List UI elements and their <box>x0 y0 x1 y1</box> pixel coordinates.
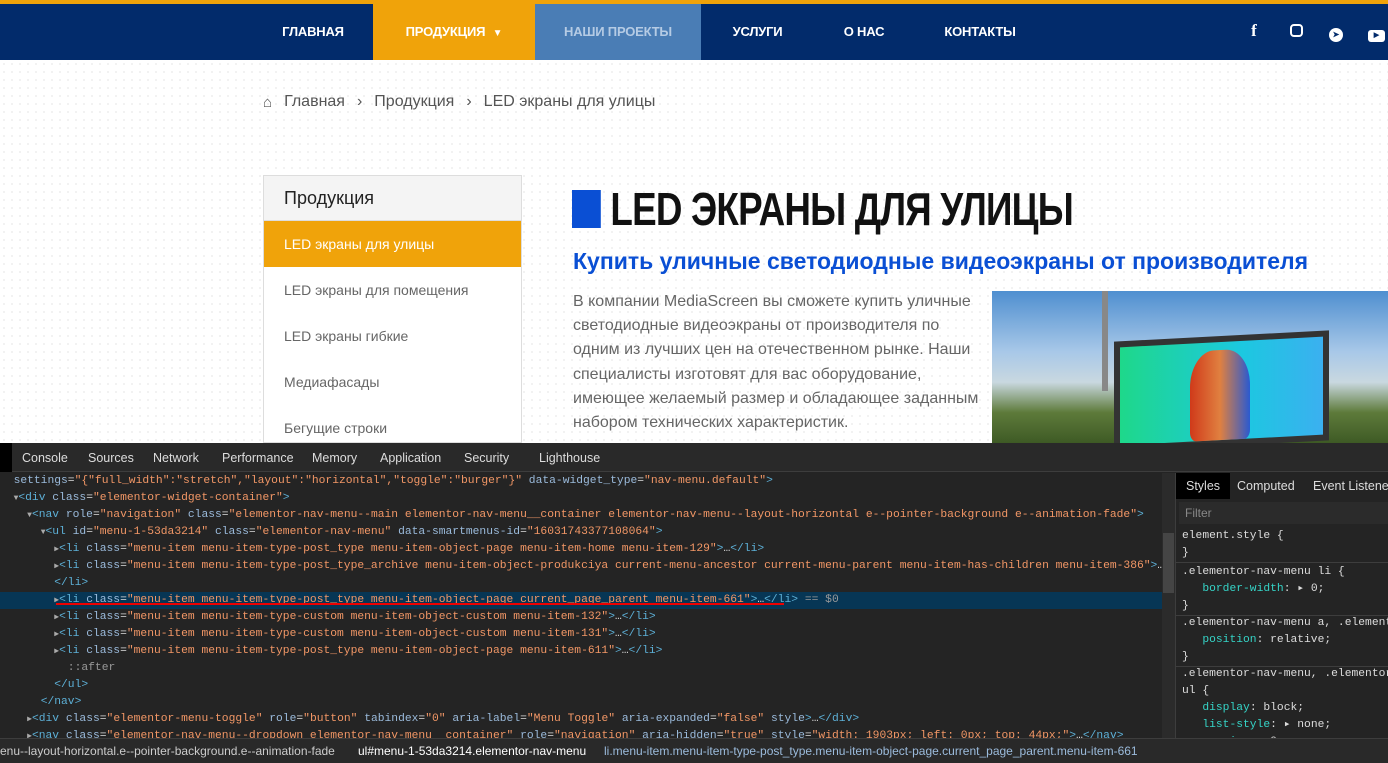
page-subtitle: Купить уличные светодиодные видеоэкраны … <box>573 248 1309 274</box>
dom-node[interactable]: ▼<nav role="navigation" class="elementor… <box>0 507 1162 524</box>
tab-event-listeners[interactable]: Event Listeners <box>1313 479 1388 493</box>
tab-styles[interactable]: Styles <box>1176 473 1231 499</box>
dom-crumb-selected[interactable]: li.menu-item.menu-item-type-post_type.me… <box>604 744 1138 758</box>
tab-network[interactable]: Network <box>153 451 199 465</box>
breadcrumb: ⌂ Главная › Продукция › LED экраны для у… <box>263 93 655 111</box>
breadcrumb-separator: › <box>356 93 363 110</box>
style-rule[interactable]: element.style { } <box>1176 528 1388 563</box>
style-rule[interactable]: .elementor-nav-menu a, .elementor positi… <box>1176 615 1388 667</box>
red-underline-annotation <box>56 603 784 605</box>
devtools-panel: Console Sources Network Performance Memo… <box>0 443 1388 763</box>
elements-tree[interactable]: settings="{"full_width":"stretch","layou… <box>0 473 1162 738</box>
sidebar-title: Продукция <box>264 176 521 221</box>
sidebar-item-indoor[interactable]: LED экраны для помещения <box>264 267 521 313</box>
tab-computed[interactable]: Computed <box>1237 479 1295 493</box>
dom-node[interactable]: ▶<li class="menu-item menu-item-type-pos… <box>0 643 1162 660</box>
dom-node[interactable]: ▶<li class="menu-item menu-item-type-cus… <box>0 626 1162 643</box>
tab-lighthouse[interactable]: Lighthouse <box>539 451 600 465</box>
sidebar-item-flexible[interactable]: LED экраны гибкие <box>264 313 521 359</box>
dom-node[interactable]: ▶<li class="menu-item menu-item-type-pos… <box>0 541 1162 558</box>
dom-node[interactable]: </nav> <box>0 694 1162 711</box>
caret-down-icon: ▼ <box>492 28 503 39</box>
elements-scrollbar[interactable] <box>1162 473 1175 738</box>
breadcrumb-products[interactable]: Продукция <box>374 93 454 111</box>
dom-node[interactable]: ▶<div class="elementor-menu-toggle" role… <box>0 711 1162 728</box>
dom-node[interactable]: </ul> <box>0 677 1162 694</box>
dom-breadcrumb-bar: enu--layout-horizontal.e--pointer-backgr… <box>0 738 1388 763</box>
styles-filter-input[interactable]: Filter <box>1179 502 1388 524</box>
facebook-icon[interactable]: f <box>1246 21 1262 41</box>
tab-sources[interactable]: Sources <box>88 451 134 465</box>
tab-console[interactable]: Console <box>22 451 68 465</box>
title-square-icon <box>572 190 601 228</box>
breadcrumb-current: LED экраны для улицы <box>483 93 656 110</box>
intro-paragraph: В компании MediaScreen вы сможете купить… <box>573 293 979 432</box>
tab-application[interactable]: Application <box>380 451 441 465</box>
billboard-image <box>992 291 1388 443</box>
tab-memory[interactable]: Memory <box>312 451 357 465</box>
nav-item-services[interactable]: УСЛУГИ <box>715 4 800 60</box>
dom-node[interactable]: ::after <box>0 660 1162 677</box>
page-title: LED ЭКРАНЫ ДЛЯ УЛИЦЫ <box>572 182 1074 236</box>
tab-performance[interactable]: Performance <box>222 451 294 465</box>
tab-security[interactable]: Security <box>464 451 509 465</box>
devtools-tabs: Console Sources Network Performance Memo… <box>0 443 1388 472</box>
page-title-text: LED ЭКРАНЫ ДЛЯ УЛИЦЫ <box>610 183 1073 235</box>
dom-node[interactable]: ▶<nav class="elementor-nav-menu--dropdow… <box>0 728 1162 738</box>
dom-node[interactable]: settings="{"full_width":"stretch","layou… <box>0 473 1162 490</box>
sidebar-item-mediafacades[interactable]: Медиафасады <box>264 359 521 405</box>
sidebar-item-running-lines[interactable]: Бегущие строки <box>264 405 521 442</box>
nav-item-home[interactable]: ГЛАВНАЯ <box>263 4 363 60</box>
selected-marker: == $0 <box>804 594 839 606</box>
nav-item-contacts[interactable]: КОНТАКТЫ <box>930 4 1030 60</box>
instagram-icon[interactable] <box>1288 24 1304 40</box>
dom-node[interactable]: ▼<ul id="menu-1-53da3214" class="element… <box>0 524 1162 541</box>
nav-item-about[interactable]: О НАС <box>830 4 898 60</box>
dom-node[interactable]: ▶<li class="menu-item menu-item-type-cus… <box>0 609 1162 626</box>
breadcrumb-separator: › <box>466 93 472 110</box>
nav-item-products[interactable]: ПРОДУКЦИЯ ▼ <box>373 4 535 60</box>
style-rule[interactable]: .elementor-nav-menu, .elementor- ul { di… <box>1176 666 1388 738</box>
dom-node[interactable]: ▼<div class="elementor-widget-container"… <box>0 490 1162 507</box>
sidebar-item-outdoor[interactable]: LED экраны для улицы <box>264 221 521 267</box>
nav-item-products-label: ПРОДУКЦИЯ <box>405 24 486 39</box>
sidebar-menu: Продукция LED экраны для улицы LED экран… <box>263 175 522 443</box>
breadcrumb-home[interactable]: Главная <box>284 93 345 111</box>
dom-node-selected[interactable]: ▶<li class="menu-item menu-item-type-pos… <box>0 592 1162 609</box>
style-rule[interactable]: .elementor-nav-menu li { border-width: ▸… <box>1176 564 1388 616</box>
main-nav: ГЛАВНАЯ ПРОДУКЦИЯ ▼ НАШИ ПРОЕКТЫ УСЛУГИ … <box>0 4 1388 60</box>
telegram-icon[interactable]: ➤ <box>1328 24 1344 42</box>
home-icon: ⌂ <box>263 93 273 111</box>
dom-crumb[interactable]: ul#menu-1-53da3214.elementor-nav-menu <box>358 744 586 758</box>
youtube-icon[interactable]: ▶ <box>1368 24 1385 42</box>
dom-node[interactable]: </li> <box>0 575 1162 592</box>
dom-crumb[interactable]: enu--layout-horizontal.e--pointer-backgr… <box>0 744 335 758</box>
nav-item-projects[interactable]: НАШИ ПРОЕКТЫ <box>535 4 701 60</box>
styles-pane: Styles Computed Event Listeners Filter e… <box>1175 473 1388 738</box>
dom-node[interactable]: ▶<li class="menu-item menu-item-type-pos… <box>0 558 1162 575</box>
